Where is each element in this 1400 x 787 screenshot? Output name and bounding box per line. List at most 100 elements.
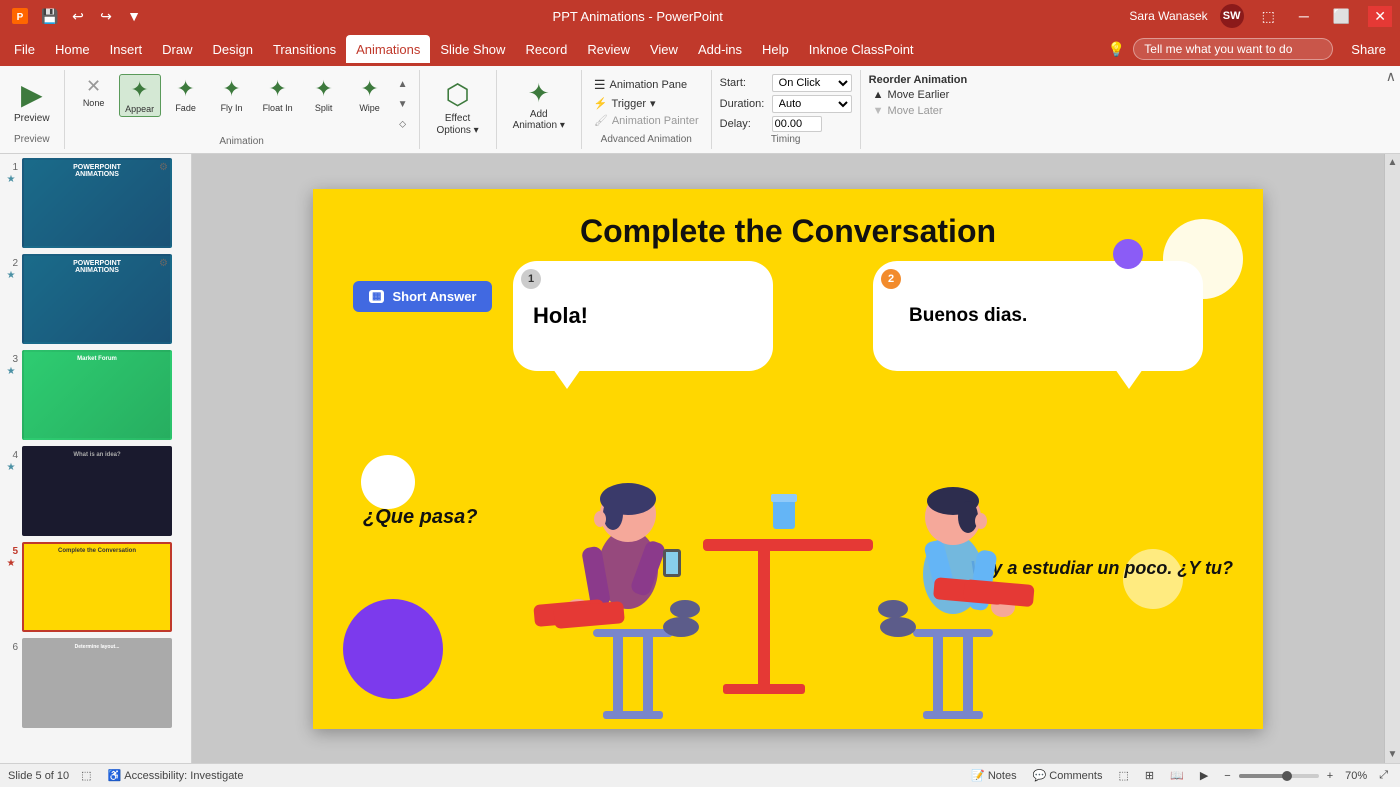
menu-insert[interactable]: Insert	[100, 35, 153, 63]
none-icon: ✕	[86, 76, 101, 97]
menu-addins[interactable]: Add-ins	[688, 35, 752, 63]
fit-slide-button[interactable]: ⤢	[1375, 767, 1392, 784]
trigger-button[interactable]: ⚡ Trigger ▾	[590, 96, 703, 111]
effect-options-button[interactable]: ⬡ EffectOptions ▾	[428, 74, 488, 141]
settings-icon-2: ⚙	[159, 258, 168, 269]
menu-view[interactable]: View	[640, 35, 688, 63]
scroll-down-arrow[interactable]: ▼	[398, 99, 408, 110]
title-bar: P 💾 ↩ ↪ ▼ PPT Animations - PowerPoint Sa…	[0, 0, 1400, 32]
user-avatar[interactable]: SW	[1220, 4, 1244, 28]
menu-file[interactable]: File	[4, 35, 45, 63]
zoom-track[interactable]	[1239, 774, 1319, 778]
menu-review[interactable]: Review	[577, 35, 640, 63]
animation-painter-icon: 🖌	[594, 114, 608, 127]
menu-transitions[interactable]: Transitions	[263, 35, 346, 63]
animation-flyin-button[interactable]: ✦ Fly In	[211, 74, 253, 115]
scroll-down-button[interactable]: ▼	[1385, 746, 1400, 763]
none-label: None	[83, 98, 105, 108]
ribbon-display-button[interactable]: ⬚	[1256, 6, 1281, 27]
comments-button[interactable]: 💬 Comments	[1029, 767, 1107, 784]
normal-view-button[interactable]: ⬚	[1114, 767, 1132, 784]
menu-draw[interactable]: Draw	[152, 35, 202, 63]
split-icon: ✦	[314, 76, 332, 102]
zoom-thumb[interactable]	[1282, 771, 1292, 781]
restore-button[interactable]: ⬜	[1327, 6, 1356, 27]
customize-button[interactable]: ▼	[122, 4, 146, 28]
slide-item-3[interactable]: 3 ★ Market Forum	[4, 350, 187, 440]
menu-help[interactable]: Help	[752, 35, 799, 63]
scroll-up-button[interactable]: ▲	[1385, 154, 1400, 171]
slide-item-4[interactable]: 4 ★ What is an idea?	[4, 446, 187, 536]
fade-icon: ✦	[176, 76, 194, 102]
slide-item-5[interactable]: 5 ★ Complete the Conversation	[4, 542, 187, 632]
short-answer-button[interactable]: ▦ Short Answer	[353, 281, 492, 312]
reorder-controls: Reorder Animation ▲ Move Earlier ▼ Move …	[869, 74, 968, 118]
slide-sorter-button[interactable]: ⊞	[1141, 767, 1158, 784]
animation-fade-button[interactable]: ✦ Fade	[165, 74, 207, 115]
animation-appear-button[interactable]: ✦ Appear	[119, 74, 161, 117]
bubble-text-1: Hola!	[533, 303, 588, 329]
slide-thumb-1[interactable]: ⚙ POWERPOINTANIMATIONS	[22, 158, 172, 248]
quick-access-toolbar: 💾 ↩ ↪ ▼	[38, 4, 146, 28]
redo-button[interactable]: ↪	[94, 4, 118, 28]
move-later-label: Move Later	[888, 105, 943, 117]
animation-floatin-button[interactable]: ✦ Float In	[257, 74, 299, 115]
move-earlier-button[interactable]: ▲ Move Earlier	[869, 88, 968, 102]
trigger-label: Trigger	[612, 98, 646, 110]
zoom-out-button[interactable]: −	[1220, 768, 1234, 784]
animation-split-button[interactable]: ✦ Split	[303, 74, 345, 115]
close-button[interactable]: ✕	[1368, 6, 1392, 27]
slide-item-6[interactable]: 6 ★ Determine layout...	[4, 638, 187, 728]
undo-button[interactable]: ↩	[66, 4, 90, 28]
animation-pane-button[interactable]: ☰ Animation Pane	[590, 76, 703, 94]
zoom-in-button[interactable]: +	[1323, 768, 1337, 784]
menu-home[interactable]: Home	[45, 35, 100, 63]
menu-record[interactable]: Record	[515, 35, 577, 63]
scroll-more-arrow[interactable]: ⬦	[399, 119, 406, 130]
slide-thumb-6[interactable]: Determine layout...	[22, 638, 172, 728]
notes-button[interactable]: 📝 Notes	[967, 767, 1020, 784]
slide-item-2[interactable]: 2 ★ ⚙ POWERPOINTANIMATIONS	[4, 254, 187, 344]
start-select[interactable]: On Click With Previous After Previous	[772, 74, 852, 92]
ribbon-collapse-button[interactable]: ∧	[1386, 68, 1396, 85]
tell-me-input[interactable]: Tell me what you want to do	[1133, 38, 1333, 60]
delay-input[interactable]	[772, 116, 822, 132]
menu-classpoint[interactable]: Inknoe ClassPoint	[799, 35, 924, 63]
menu-share[interactable]: Share	[1341, 35, 1396, 63]
slide-notes-toggle[interactable]: ⬚	[77, 767, 95, 784]
reading-view-button[interactable]: 📖	[1166, 767, 1188, 784]
save-button[interactable]: 💾	[38, 4, 62, 28]
slide-num-5: 5	[4, 546, 18, 557]
slide-thumb-3[interactable]: Market Forum	[22, 350, 172, 440]
slide-thumb-4[interactable]: What is an idea?	[22, 446, 172, 536]
slide-num-3: 3	[4, 354, 18, 365]
add-animation-button[interactable]: ✦ AddAnimation ▾	[505, 74, 573, 135]
presenter-view-button[interactable]: ▶	[1196, 767, 1212, 784]
animation-pane-icon: ☰	[594, 77, 606, 93]
animation-scroll: ▲ ▼ ⬦	[395, 74, 411, 134]
preview-button[interactable]: ▶ Preview	[8, 74, 56, 128]
animation-none-button[interactable]: ✕ None	[73, 74, 115, 110]
title-bar-left: P 💾 ↩ ↪ ▼	[8, 4, 146, 28]
zoom-slider[interactable]: − +	[1220, 768, 1337, 784]
menu-design[interactable]: Design	[203, 35, 263, 63]
slide-thumb-5[interactable]: Complete the Conversation	[22, 542, 172, 632]
advanced-animation-controls: ☰ Animation Pane ⚡ Trigger ▾ 🖌 Animation…	[590, 74, 703, 130]
menu-animations[interactable]: Animations	[346, 35, 430, 63]
add-animation-icon: ✦	[528, 78, 550, 109]
scroll-up-arrow[interactable]: ▲	[398, 79, 408, 90]
duration-select[interactable]: Auto	[772, 95, 852, 113]
ribbon-group-advanced-animation: ☰ Animation Pane ⚡ Trigger ▾ 🖌 Animation…	[582, 70, 712, 149]
minimize-button[interactable]: ─	[1293, 6, 1315, 26]
slide-thumb-2[interactable]: ⚙ POWERPOINTANIMATIONS	[22, 254, 172, 344]
slide-count-label: Slide 5 of 10	[8, 770, 69, 782]
status-left: Slide 5 of 10 ⬚ ♿ Accessibility: Investi…	[8, 767, 247, 784]
animation-wipe-button[interactable]: ✦ Wipe	[349, 74, 391, 115]
move-later-button[interactable]: ▼ Move Later	[869, 104, 968, 118]
accessibility-button[interactable]: ♿ Accessibility: Investigate	[104, 767, 248, 784]
animation-group-label: Animation	[219, 134, 263, 147]
right-scrollbar[interactable]: ▲ ▼	[1384, 154, 1400, 763]
animation-painter-button[interactable]: 🖌 Animation Painter	[590, 113, 703, 128]
menu-slideshow[interactable]: Slide Show	[430, 35, 515, 63]
slide-item-1[interactable]: 1 ★ ⚙ POWERPOINTANIMATIONS	[4, 158, 187, 248]
